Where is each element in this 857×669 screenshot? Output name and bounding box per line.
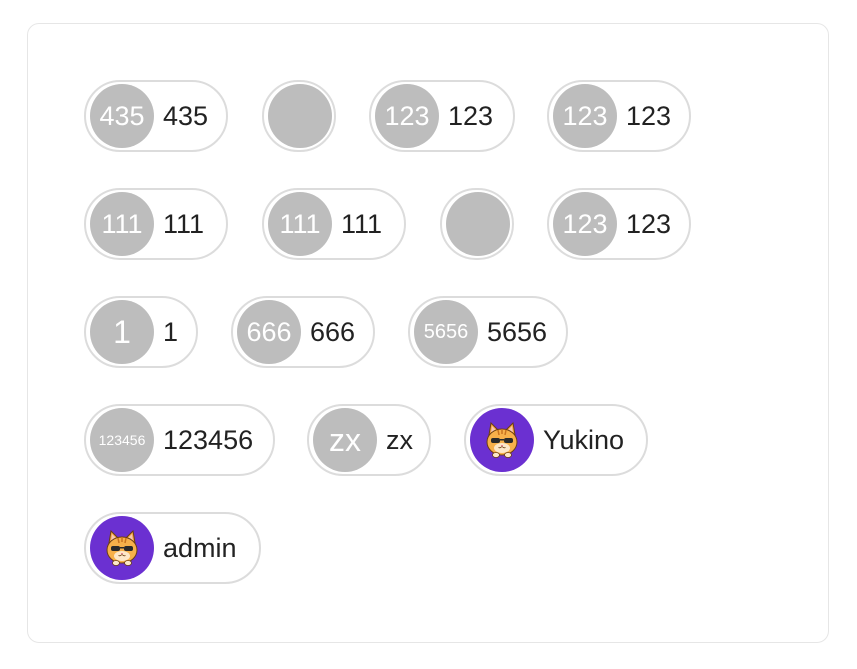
cat-sunglasses-icon <box>106 529 138 566</box>
user-chip[interactable]: 111 111 <box>84 188 228 260</box>
user-chip[interactable]: 5656 5656 <box>408 296 568 368</box>
user-chip-label: 123456 <box>163 424 254 455</box>
avatar-text: 111 <box>279 208 321 239</box>
user-chip[interactable]: 666 666 <box>231 296 375 368</box>
avatar-text: 123456 <box>98 432 146 448</box>
user-chip[interactable]: 123 123 <box>547 80 691 152</box>
user-chip[interactable]: 435 435 <box>84 80 228 152</box>
user-chip-label: zx <box>386 424 413 455</box>
avatar-text: 1 <box>113 313 131 350</box>
avatar <box>90 516 154 580</box>
user-chip[interactable]: 123 123 <box>369 80 515 152</box>
cat-sunglasses-icon <box>486 421 518 458</box>
avatar: 5656 <box>414 300 478 364</box>
avatar: 123456 <box>90 408 154 472</box>
user-chip[interactable]: 1 1 <box>84 296 198 368</box>
avatar-text: 5656 <box>423 320 469 343</box>
user-chip-label: 123 <box>626 100 672 131</box>
user-chip-label: 1 <box>163 316 179 347</box>
user-chip[interactable]: 111 111 <box>262 188 406 260</box>
avatar-text: 666 <box>246 316 292 347</box>
avatar-text: 123 <box>384 100 430 131</box>
avatar: 123 <box>375 84 439 148</box>
user-chip-label: admin <box>163 532 237 563</box>
avatar: 435 <box>90 84 154 148</box>
user-chip-label: 435 <box>163 100 209 131</box>
avatar-text: 123 <box>562 208 608 239</box>
avatar <box>470 408 534 472</box>
user-chip[interactable]: Yukino <box>464 404 648 476</box>
avatar: 1 <box>90 300 154 364</box>
avatar-text: 111 <box>101 208 143 239</box>
avatar: 666 <box>237 300 301 364</box>
avatar <box>446 192 510 256</box>
avatar <box>268 84 332 148</box>
user-chip-label: 111 <box>163 208 205 239</box>
user-chip-label: 123 <box>448 100 494 131</box>
avatar: 111 <box>90 192 154 256</box>
avatar-text: zx <box>329 421 361 458</box>
user-chip[interactable]: zx zx <box>307 404 431 476</box>
avatar: 123 <box>553 84 617 148</box>
user-chip-label: 123 <box>626 208 672 239</box>
user-chip-label: 5656 <box>487 316 548 347</box>
user-chip[interactable] <box>262 80 336 152</box>
user-chip-label: 111 <box>341 208 383 239</box>
user-chip[interactable]: admin <box>84 512 261 584</box>
user-chip[interactable] <box>440 188 514 260</box>
user-chip-label: 666 <box>310 316 356 347</box>
user-chip[interactable]: 123456 123456 <box>84 404 275 476</box>
user-chip-label: Yukino <box>543 424 625 455</box>
avatar: 111 <box>268 192 332 256</box>
avatar-text: 123 <box>562 100 608 131</box>
avatar: zx <box>313 408 377 472</box>
avatar-text: 435 <box>99 100 145 131</box>
avatar: 123 <box>553 192 617 256</box>
user-chip[interactable]: 123 123 <box>547 188 691 260</box>
